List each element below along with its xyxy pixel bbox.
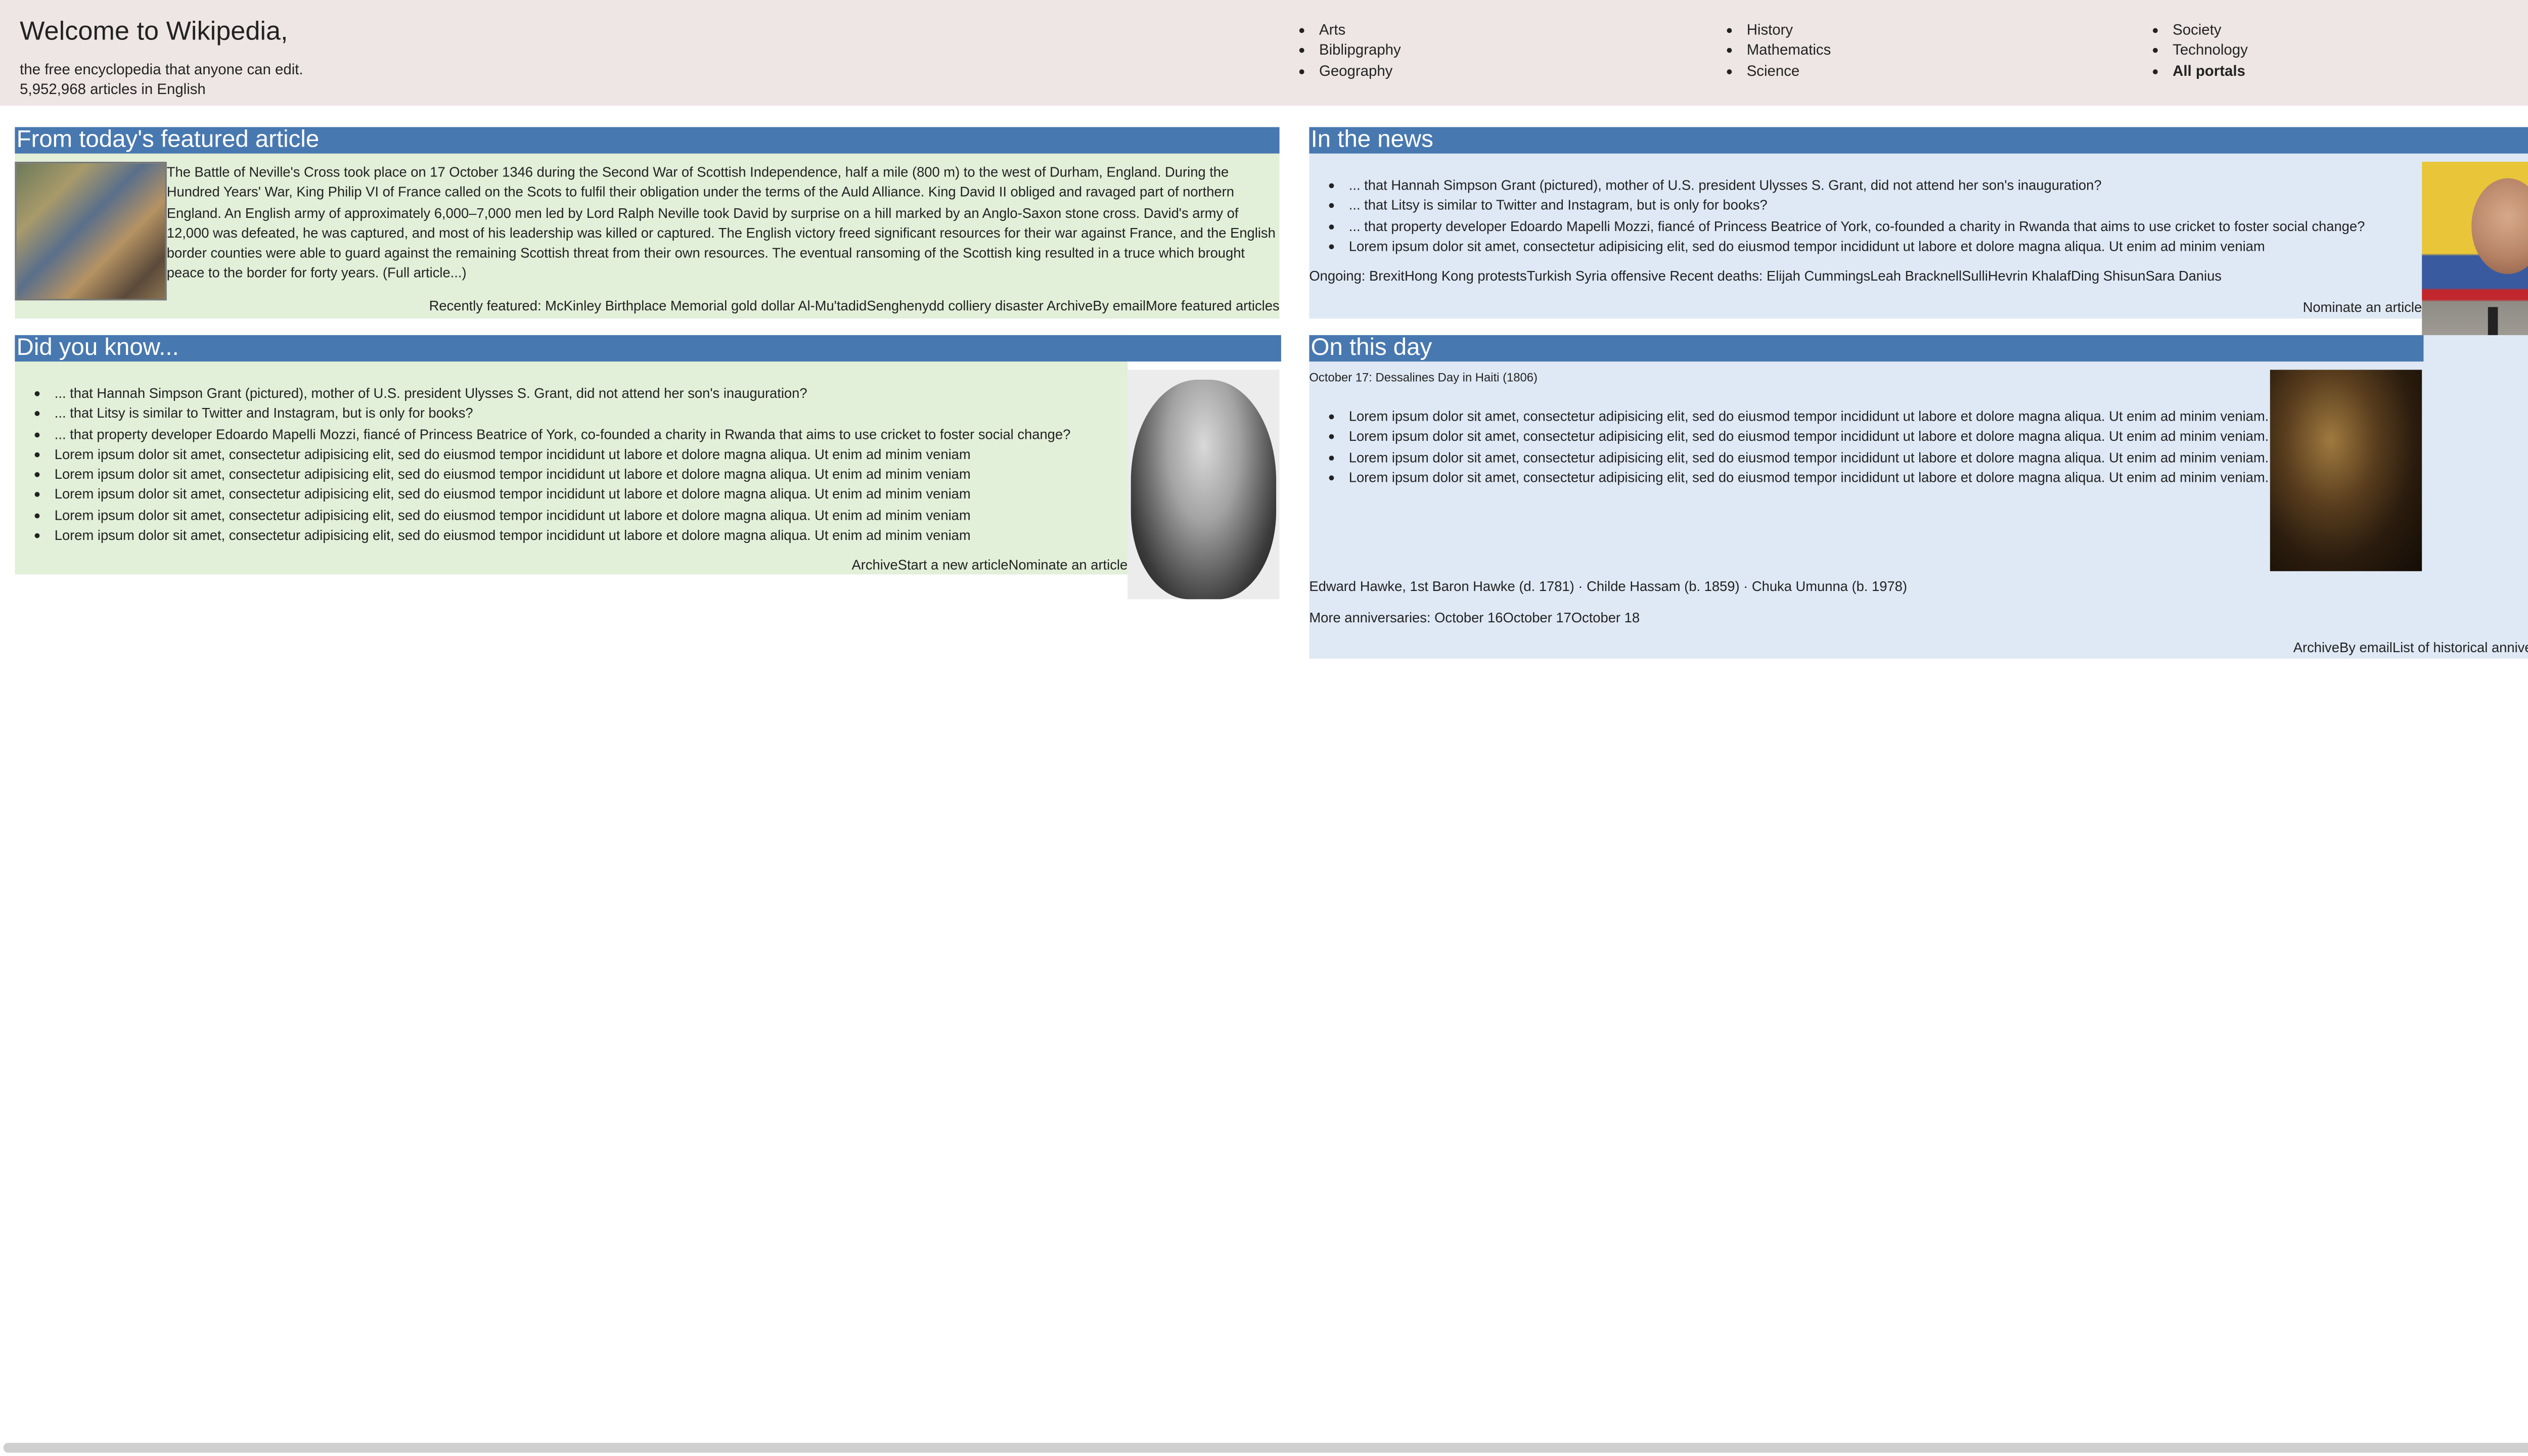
page: Welcome to Wikipedia, the free encyclope…	[0, 0, 2528, 1456]
on-this-day-footer: ArchiveBy emailList of historical annive…	[2293, 637, 2528, 657]
featured-article-box: From today's featured article The Battle…	[15, 127, 1280, 319]
portal-list-3: Society Technology All portals	[2153, 20, 2248, 80]
featured-article-text: The Battle of Neville's Cross took place…	[166, 163, 1276, 282]
ongoing-label: Ongoing:	[1309, 267, 1370, 284]
list-item: ... that property developer Edoardo Mape…	[55, 424, 1127, 444]
ongoing-link[interactable]: Hong Kong protests	[1405, 267, 1527, 284]
featured-article-image[interactable]	[15, 161, 167, 301]
list-item: Lorem ipsum dolor sit amet, consectetur …	[55, 505, 1127, 525]
portal-link-society[interactable]: Society	[2173, 21, 2221, 38]
ongoing-link[interactable]: Brexit	[1369, 267, 1405, 284]
nominate-article-link[interactable]: Nominate an article	[2303, 299, 2422, 315]
list-item: ... that property developer Edoardo Mape…	[1349, 215, 2471, 236]
list-item: Lorem ipsum dolor sit amet, consectetur …	[1349, 467, 2274, 487]
portal-link-history[interactable]: History	[1747, 21, 1793, 38]
welcome-title: Welcome to Wikipedia,	[20, 18, 288, 47]
list-item: Lorem ipsum dolor sit amet, consectetur …	[1349, 447, 2274, 467]
archive-link[interactable]: Archive	[851, 556, 897, 573]
recent-death-link[interactable]: Hevrin Khalaf	[1988, 267, 2071, 284]
in-the-news-heading: In the news	[1309, 127, 2528, 154]
article-count: 5,952,968 articles in English	[20, 80, 206, 98]
nominate-article-link[interactable]: Nominate an article	[1009, 556, 1128, 573]
portal-list-1: Arts Biblipgraphy Geography	[1299, 20, 1401, 80]
list-item: Lorem ipsum dolor sit amet, consectetur …	[1349, 236, 2471, 256]
recent-death-link[interactable]: Sara Danius	[2145, 267, 2222, 284]
by-email-link[interactable]: By email	[1093, 297, 1146, 314]
featured-footer: Recently featured: McKinley Birthplace M…	[429, 295, 1280, 315]
portal-link-mathematics[interactable]: Mathematics	[1747, 42, 1831, 59]
recent-death-link[interactable]: Ding Shisun	[2071, 267, 2145, 284]
recently-featured-link[interactable]: Al-Mu'tadid	[798, 297, 867, 314]
anniversary-link[interactable]: October 18	[1571, 609, 1640, 626]
ongoing-link[interactable]: Turkish Syria offensive	[1527, 267, 1666, 284]
recently-featured-link[interactable]: Senghenydd colliery disaster	[867, 297, 1044, 314]
recent-death-link[interactable]: Leah Bracknell	[1870, 267, 1962, 284]
list-item: Lorem ipsum dolor sit amet, consectetur …	[55, 525, 1127, 545]
list-item: Lorem ipsum dolor sit amet, consectetur …	[55, 464, 1127, 484]
list-item: ... that Hannah Simpson Grant (pictured)…	[55, 383, 1127, 403]
list-item: ... that Hannah Simpson Grant (pictured)…	[1349, 175, 2471, 195]
portal-link-technology[interactable]: Technology	[2173, 42, 2248, 59]
in-the-news-list: ... that Hannah Simpson Grant (pictured)…	[1309, 175, 2471, 256]
more-anniversaries-line: More anniversaries: October 16October 17…	[1309, 608, 1640, 627]
on-this-day-box: On this day October 17: Dessalines Day i…	[1309, 335, 2528, 659]
historical-anniversaries-link[interactable]: List of historical anniversaries	[2392, 639, 2528, 656]
list-item: ... that Litsy is similar to Twitter and…	[55, 403, 1127, 424]
news-footer: Nominate an article	[2303, 297, 2422, 317]
list-item: ... that Litsy is similar to Twitter and…	[1349, 195, 2471, 215]
on-this-day-heading: On this day	[1309, 335, 2424, 362]
horizontal-scrollbar[interactable]	[3, 1442, 2528, 1453]
archive-link[interactable]: Archive	[1047, 297, 1093, 314]
recently-featured-label: Recently featured:	[429, 297, 546, 314]
more-anniversaries-label: More anniversaries:	[1309, 609, 1435, 626]
on-this-day-image[interactable]	[2270, 370, 2422, 571]
did-you-know-image[interactable]	[1127, 370, 1280, 600]
births-line: Edward Hawke, 1st Baron Hawke (d. 1781) …	[1309, 577, 1907, 595]
portal-link-bibliography[interactable]: Biblipgraphy	[1319, 42, 1401, 59]
portrait-image	[1131, 380, 1277, 600]
portal-link-all-portals[interactable]: All portals	[2173, 62, 2245, 79]
list-item: Lorem ipsum dolor sit amet, consectetur …	[55, 444, 1127, 464]
portal-list-2: History Mathematics Science	[1727, 20, 1831, 80]
tagline-block: the free encyclopedia that anyone can ed…	[20, 60, 303, 99]
list-item: Lorem ipsum dolor sit amet, consectetur …	[55, 484, 1127, 505]
anniversary-link[interactable]: October 16	[1434, 609, 1503, 626]
recent-death-link[interactable]: Sulli	[1962, 267, 1988, 284]
recent-deaths-label: Recent deaths:	[1665, 267, 1767, 284]
archive-link[interactable]: Archive	[2293, 639, 2339, 656]
news-ongoing-line: Ongoing: BrexitHong Kong protestsTurkish…	[1309, 266, 2222, 286]
list-item: Lorem ipsum dolor sit amet, consectetur …	[1349, 406, 2274, 426]
portal-link-arts[interactable]: Arts	[1319, 21, 1345, 38]
start-new-article-link[interactable]: Start a new article	[898, 556, 1009, 573]
recent-death-link[interactable]: Elijah Cummings	[1767, 267, 1870, 284]
portal-link-geography[interactable]: Geography	[1319, 62, 1392, 79]
did-you-know-box: Did you know... ... that Hannah Simpson …	[15, 335, 1281, 600]
anniversary-link[interactable]: October 17	[1503, 609, 1571, 626]
portal-link-science[interactable]: Science	[1747, 62, 1800, 79]
recently-featured-link[interactable]: McKinley Birthplace Memorial gold dollar	[545, 297, 795, 314]
on-this-day-date: October 17: Dessalines Day in Haiti (180…	[1309, 370, 1538, 385]
in-the-news-box: In the news ... that Hannah Simpson Gran…	[1309, 127, 2528, 391]
more-featured-link[interactable]: More featured articles	[1146, 297, 1279, 314]
did-you-know-heading: Did you know...	[15, 335, 1281, 362]
on-this-day-list: Lorem ipsum dolor sit amet, consectetur …	[1309, 406, 2273, 487]
did-you-know-footer: ArchiveStart a new articleNominate an ar…	[851, 555, 1127, 574]
did-you-know-list: ... that Hannah Simpson Grant (pictured)…	[15, 383, 1127, 545]
list-item: Lorem ipsum dolor sit amet, consectetur …	[1349, 426, 2274, 446]
tagline: the free encyclopedia that anyone can ed…	[20, 61, 303, 78]
face-image	[2471, 178, 2528, 275]
welcome-header: Welcome to Wikipedia, the free encyclope…	[0, 0, 2528, 106]
featured-article-heading: From today's featured article	[15, 127, 1280, 154]
by-email-link[interactable]: By email	[2339, 639, 2392, 656]
